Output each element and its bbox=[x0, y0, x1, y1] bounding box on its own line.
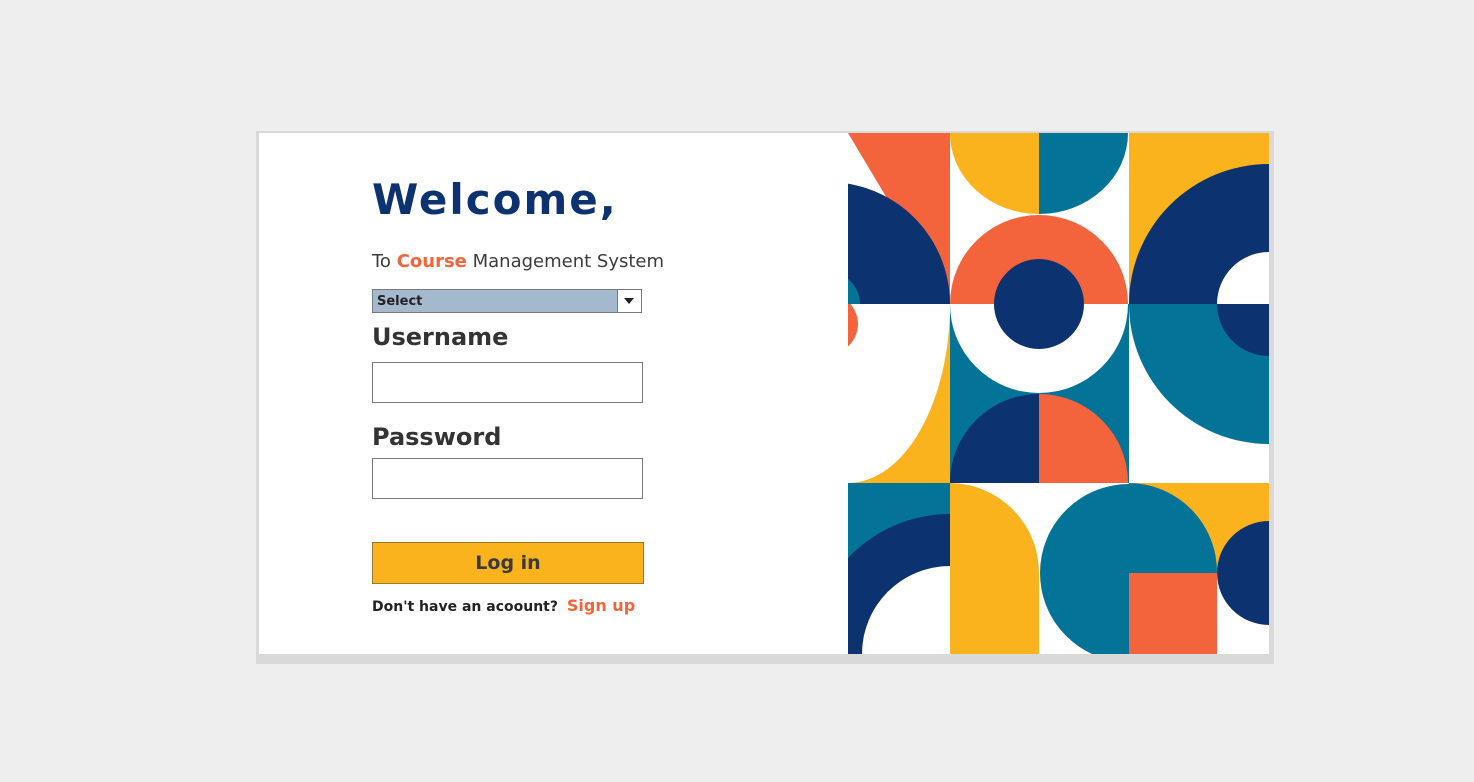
password-label: Password bbox=[372, 423, 502, 451]
signup-link[interactable]: Sign up bbox=[567, 596, 635, 615]
username-input[interactable] bbox=[372, 362, 643, 403]
signup-prompt: Don't have an acoount? bbox=[372, 599, 558, 615]
welcome-heading: Welcome, bbox=[372, 175, 618, 224]
system-subtitle: To Course Management System bbox=[372, 251, 664, 272]
username-label: Username bbox=[372, 323, 509, 351]
signup-row: Don't have an acoount? Sign up bbox=[372, 596, 635, 615]
tile-middle-middle bbox=[950, 304, 1129, 483]
tile-middle-left bbox=[848, 304, 950, 483]
login-button[interactable]: Log in bbox=[372, 542, 644, 584]
geometric-artwork bbox=[848, 133, 1269, 654]
tile-top-middle bbox=[950, 133, 1129, 304]
role-select[interactable]: Select bbox=[372, 289, 642, 313]
subtitle-prefix: To bbox=[372, 251, 391, 272]
subtitle-accent: Course bbox=[396, 251, 467, 272]
login-card: Welcome, To Course Management System Sel… bbox=[259, 133, 1269, 654]
chevron-down-icon[interactable] bbox=[617, 290, 641, 312]
password-input[interactable] bbox=[372, 458, 643, 499]
role-select-value: Select bbox=[377, 294, 423, 309]
login-form: Welcome, To Course Management System Sel… bbox=[372, 133, 692, 654]
geometric-pattern bbox=[848, 133, 1269, 654]
subtitle-suffix: Management System bbox=[472, 251, 665, 272]
tile-bottom-right bbox=[1129, 483, 1269, 654]
